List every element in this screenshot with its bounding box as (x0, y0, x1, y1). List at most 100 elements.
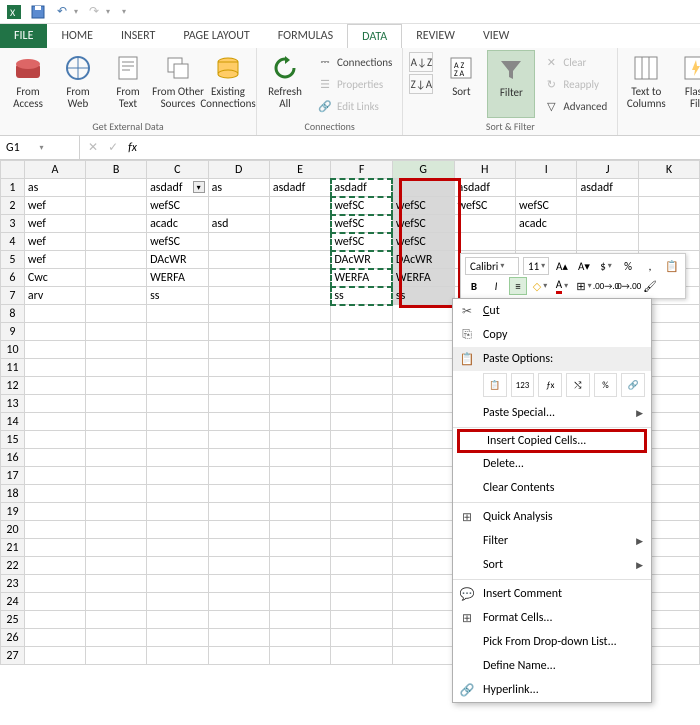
cell-K3[interactable] (638, 215, 699, 233)
ctx-hyperlink[interactable]: 🔗Hyperlink... (453, 678, 651, 702)
cell-D24[interactable] (208, 593, 269, 611)
ctx-clear[interactable]: Clear Contents (453, 476, 651, 500)
cell-G23[interactable] (392, 575, 454, 593)
cell-F19[interactable] (331, 503, 393, 521)
from-text-button[interactable]: From Text (104, 50, 152, 118)
cell-G13[interactable] (392, 395, 454, 413)
edit-links-button[interactable]: 🔗Edit Links (313, 96, 396, 116)
cell-G20[interactable] (392, 521, 454, 539)
cell-B24[interactable] (86, 593, 147, 611)
from-other-button[interactable]: From Other Sources (154, 50, 202, 118)
col-header-J[interactable]: J (577, 161, 639, 179)
cell-E4[interactable] (269, 233, 331, 251)
row-header-15[interactable]: 15 (1, 431, 25, 449)
cell-C18[interactable] (147, 485, 209, 503)
cell-G4[interactable]: wefSC (392, 233, 454, 251)
cell-G18[interactable] (392, 485, 454, 503)
cell-F21[interactable] (331, 539, 393, 557)
cell-D21[interactable] (208, 539, 269, 557)
cell-J4[interactable] (577, 233, 639, 251)
cell-B2[interactable] (86, 197, 147, 215)
cell-G8[interactable] (392, 305, 454, 323)
row-header-4[interactable]: 4 (1, 233, 25, 251)
cell-C19[interactable] (147, 503, 209, 521)
cell-F12[interactable] (331, 377, 393, 395)
row-header-17[interactable]: 17 (1, 467, 25, 485)
mini-inc-font[interactable]: A▴ (553, 257, 571, 275)
ctx-filter[interactable]: Filter▶ (453, 529, 651, 553)
from-web-button[interactable]: From Web (54, 50, 102, 118)
cell-E25[interactable] (269, 611, 331, 629)
cell-H1[interactable]: asdadf (454, 179, 516, 197)
cell-E19[interactable] (269, 503, 331, 521)
cell-A1[interactable]: as (24, 179, 85, 197)
redo-icon[interactable]: ↷ (86, 4, 102, 20)
row-header-26[interactable]: 26 (1, 629, 25, 647)
cell-D12[interactable] (208, 377, 269, 395)
row-header-13[interactable]: 13 (1, 395, 25, 413)
cell-A24[interactable] (24, 593, 85, 611)
row-header-6[interactable]: 6 (1, 269, 25, 287)
mini-borders[interactable]: ⊞ (575, 277, 593, 295)
cell-E12[interactable] (269, 377, 331, 395)
cell-B7[interactable] (86, 287, 147, 305)
cell-A22[interactable] (24, 557, 85, 575)
cell-C25[interactable] (147, 611, 209, 629)
cell-G19[interactable] (392, 503, 454, 521)
cell-B25[interactable] (86, 611, 147, 629)
ctx-define-name[interactable]: Define Name... (453, 654, 651, 678)
cell-G12[interactable] (392, 377, 454, 395)
cell-F13[interactable] (331, 395, 393, 413)
cell-D22[interactable] (208, 557, 269, 575)
cell-B27[interactable] (86, 647, 147, 665)
name-box[interactable]: G1▾ (0, 136, 80, 159)
cell-A12[interactable] (24, 377, 85, 395)
cell-C17[interactable] (147, 467, 209, 485)
cell-G2[interactable]: wefSC (392, 197, 454, 215)
cell-D10[interactable] (208, 341, 269, 359)
cell-D18[interactable] (208, 485, 269, 503)
cell-A10[interactable] (24, 341, 85, 359)
cell-D27[interactable] (208, 647, 269, 665)
cell-D8[interactable] (208, 305, 269, 323)
select-all-corner[interactable] (1, 161, 25, 179)
cell-F3[interactable]: wefSC (331, 215, 393, 233)
cell-G25[interactable] (392, 611, 454, 629)
cell-C13[interactable] (147, 395, 209, 413)
cell-B6[interactable] (86, 269, 147, 287)
cell-F15[interactable] (331, 431, 393, 449)
cell-A20[interactable] (24, 521, 85, 539)
mini-bold[interactable]: B (465, 277, 483, 295)
cell-B10[interactable] (86, 341, 147, 359)
row-header-5[interactable]: 5 (1, 251, 25, 269)
cell-G9[interactable] (392, 323, 454, 341)
row-header-22[interactable]: 22 (1, 557, 25, 575)
ctx-quick-analysis[interactable]: ⊞Quick Analysis (453, 505, 651, 529)
cell-D2[interactable] (208, 197, 269, 215)
cell-A6[interactable]: Cwc (24, 269, 85, 287)
cell-F18[interactable] (331, 485, 393, 503)
cell-B15[interactable] (86, 431, 147, 449)
cell-C12[interactable] (147, 377, 209, 395)
cell-F22[interactable] (331, 557, 393, 575)
col-header-D[interactable]: D (208, 161, 269, 179)
cell-B3[interactable] (86, 215, 147, 233)
cell-A26[interactable] (24, 629, 85, 647)
cell-C3[interactable]: acadc (147, 215, 209, 233)
cell-E27[interactable] (269, 647, 331, 665)
cell-F20[interactable] (331, 521, 393, 539)
cell-B21[interactable] (86, 539, 147, 557)
ctx-sort[interactable]: Sort▶ (453, 553, 651, 577)
row-header-16[interactable]: 16 (1, 449, 25, 467)
cell-C23[interactable] (147, 575, 209, 593)
row-header-7[interactable]: 7 (1, 287, 25, 305)
cell-D14[interactable] (208, 413, 269, 431)
cell-D13[interactable] (208, 395, 269, 413)
cell-E14[interactable] (269, 413, 331, 431)
cell-G16[interactable] (392, 449, 454, 467)
cell-A17[interactable] (24, 467, 85, 485)
cell-A18[interactable] (24, 485, 85, 503)
row-header-3[interactable]: 3 (1, 215, 25, 233)
cell-G7[interactable]: ss (392, 287, 454, 305)
cell-F27[interactable] (331, 647, 393, 665)
